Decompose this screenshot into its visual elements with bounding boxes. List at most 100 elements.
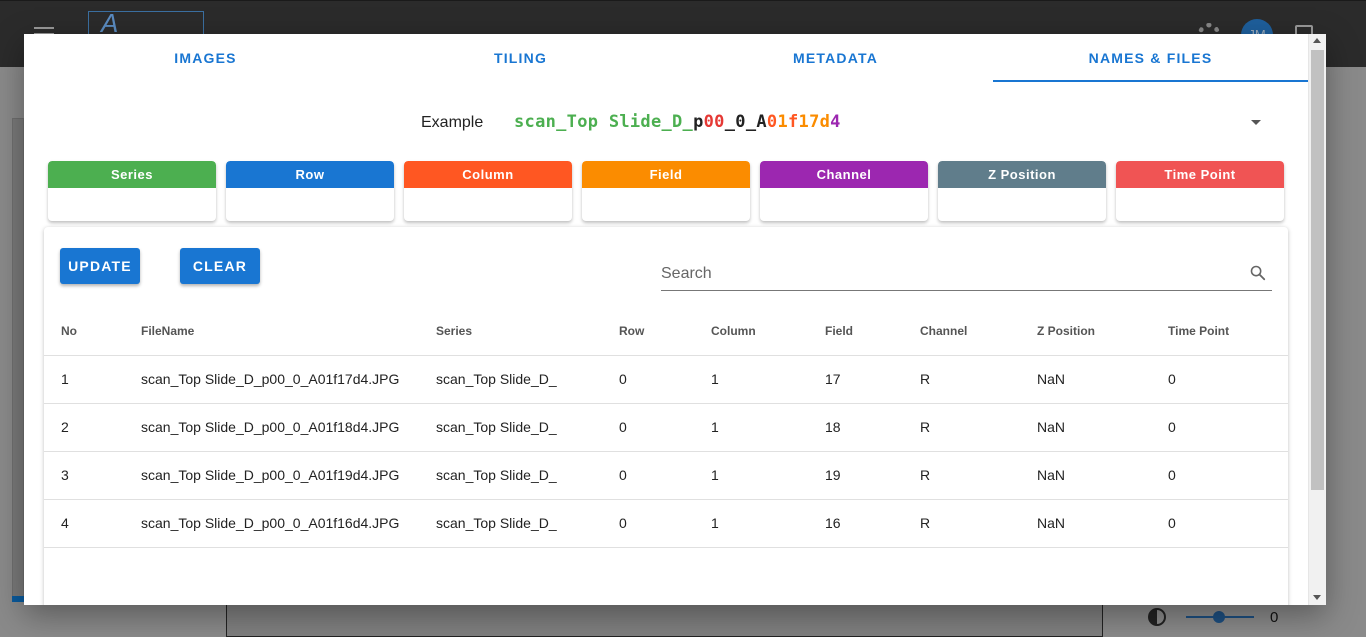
scroll-down-icon[interactable] — [1313, 595, 1321, 600]
example-segment-column: f — [788, 112, 799, 132]
example-label: Example — [421, 114, 484, 131]
files-table: No FileName Series Row Column Field Chan… — [44, 307, 1288, 548]
image-canvas — [226, 605, 1103, 637]
tab-tiling[interactable]: TILING — [363, 34, 678, 82]
dialog-scrollbar[interactable] — [1308, 34, 1326, 605]
cell-time-point: 0 — [1168, 451, 1288, 500]
example-filename: scan_Top Slide_D_p00_0_A01f17d4 — [514, 112, 841, 132]
cell-row: 0 — [619, 403, 711, 452]
example-segment-plain: p — [693, 112, 704, 132]
contrast-slider-thumb[interactable] — [1213, 611, 1225, 623]
column-header-channel[interactable]: Channel — [920, 307, 1037, 356]
cell-filename: scan_Top Slide_D_p00_0_A01f18d4.JPG — [141, 403, 436, 452]
chip-field[interactable]: Field — [582, 161, 750, 221]
chip-label[interactable]: Row — [226, 161, 394, 188]
dialog-tabs: IMAGES TILING METADATA NAMES & FILES — [48, 34, 1308, 82]
token-chips: Series Row Column Field Channel Z Positi… — [48, 161, 1284, 221]
cell-channel: R — [920, 355, 1037, 404]
cell-no: 4 — [44, 499, 141, 548]
column-header-series[interactable]: Series — [436, 307, 619, 356]
tab-metadata[interactable]: METADATA — [678, 34, 993, 82]
cell-time-point: 0 — [1168, 355, 1288, 404]
cell-no: 1 — [44, 355, 141, 404]
update-button[interactable]: UPDATE — [60, 248, 140, 284]
cell-series: scan_Top Slide_D_ — [436, 451, 619, 500]
chip-dropzone[interactable] — [404, 188, 572, 221]
example-segment-field: 1 — [777, 112, 788, 132]
example-segment-plain: _ — [745, 112, 757, 132]
tab-names-files[interactable]: NAMES & FILES — [993, 34, 1308, 82]
cell-field: 18 — [825, 403, 920, 452]
cell-column: 1 — [711, 355, 825, 404]
clear-button[interactable]: CLEAR — [180, 248, 260, 284]
search-input[interactable] — [661, 261, 1231, 287]
cell-channel: R — [920, 499, 1037, 548]
chip-dropzone[interactable] — [48, 188, 216, 221]
chip-channel[interactable]: Channel — [760, 161, 928, 221]
chip-dropzone[interactable] — [938, 188, 1106, 221]
column-header-row[interactable]: Row — [619, 307, 711, 356]
chip-z-position[interactable]: Z Position — [938, 161, 1106, 221]
cell-series: scan_Top Slide_D_ — [436, 355, 619, 404]
tab-images[interactable]: IMAGES — [48, 34, 363, 82]
example-segment-field: d — [819, 112, 831, 132]
search-icon[interactable] — [1249, 264, 1266, 281]
column-header-z-position[interactable]: Z Position — [1037, 307, 1168, 356]
example-segment-column: 0 — [766, 112, 778, 132]
chip-dropzone[interactable] — [582, 188, 750, 221]
cell-channel: R — [920, 451, 1037, 500]
cell-field: 19 — [825, 451, 920, 500]
cell-series: scan_Top Slide_D_ — [436, 499, 619, 548]
example-segment-plain: 0 — [735, 112, 746, 132]
cell-field: 17 — [825, 355, 920, 404]
side-panel — [12, 118, 24, 598]
cell-row: 0 — [619, 451, 711, 500]
cell-column: 1 — [711, 499, 825, 548]
chip-column[interactable]: Column — [404, 161, 572, 221]
app-logo: A — [88, 11, 204, 35]
table-row[interactable]: 4 scan_Top Slide_D_p00_0_A01f16d4.JPG sc… — [44, 499, 1288, 548]
chip-time-point[interactable]: Time Point — [1116, 161, 1284, 221]
chevron-down-icon[interactable] — [1251, 120, 1261, 125]
example-segment-plain: _ — [724, 112, 736, 132]
cell-field: 16 — [825, 499, 920, 548]
cell-series: scan_Top Slide_D_ — [436, 403, 619, 452]
column-header-column[interactable]: Column — [711, 307, 825, 356]
example-segment-row: 00 — [703, 112, 725, 132]
chip-label[interactable]: Time Point — [1116, 161, 1284, 188]
chip-label[interactable]: Channel — [760, 161, 928, 188]
column-header-filename[interactable]: FileName — [141, 307, 436, 356]
cell-z-position: NaN — [1037, 499, 1168, 548]
table-row[interactable]: 2 scan_Top Slide_D_p00_0_A01f18d4.JPG sc… — [44, 403, 1288, 452]
example-segment-field: 17 — [798, 112, 820, 132]
cell-column: 1 — [711, 403, 825, 452]
example-segment-plain: A — [756, 112, 767, 132]
cell-column: 1 — [711, 451, 825, 500]
cell-z-position: NaN — [1037, 355, 1168, 404]
chip-dropzone[interactable] — [1116, 188, 1284, 221]
chip-series[interactable]: Series — [48, 161, 216, 221]
chip-label[interactable]: Field — [582, 161, 750, 188]
cell-no: 2 — [44, 403, 141, 452]
cell-channel: R — [920, 403, 1037, 452]
cell-z-position: NaN — [1037, 451, 1168, 500]
chip-label[interactable]: Z Position — [938, 161, 1106, 188]
chip-dropzone[interactable] — [760, 188, 928, 221]
example-segment-channel: 4 — [830, 112, 841, 132]
cell-z-position: NaN — [1037, 403, 1168, 452]
cell-filename: scan_Top Slide_D_p00_0_A01f16d4.JPG — [141, 499, 436, 548]
scrollbar-thumb[interactable] — [1311, 50, 1324, 490]
column-header-field[interactable]: Field — [825, 307, 920, 356]
chip-dropzone[interactable] — [226, 188, 394, 221]
chip-label[interactable]: Series — [48, 161, 216, 188]
table-row[interactable]: 1 scan_Top Slide_D_p00_0_A01f17d4.JPG sc… — [44, 355, 1288, 404]
chip-label[interactable]: Column — [404, 161, 572, 188]
cell-filename: scan_Top Slide_D_p00_0_A01f17d4.JPG — [141, 355, 436, 404]
column-header-no[interactable]: No — [44, 307, 141, 356]
cell-filename: scan_Top Slide_D_p00_0_A01f19d4.JPG — [141, 451, 436, 500]
table-row[interactable]: 3 scan_Top Slide_D_p00_0_A01f19d4.JPG sc… — [44, 451, 1288, 500]
chip-row[interactable]: Row — [226, 161, 394, 221]
scroll-up-icon[interactable] — [1313, 38, 1321, 43]
column-header-time-point[interactable]: Time Point — [1168, 307, 1288, 356]
right-panel — [1326, 67, 1366, 637]
